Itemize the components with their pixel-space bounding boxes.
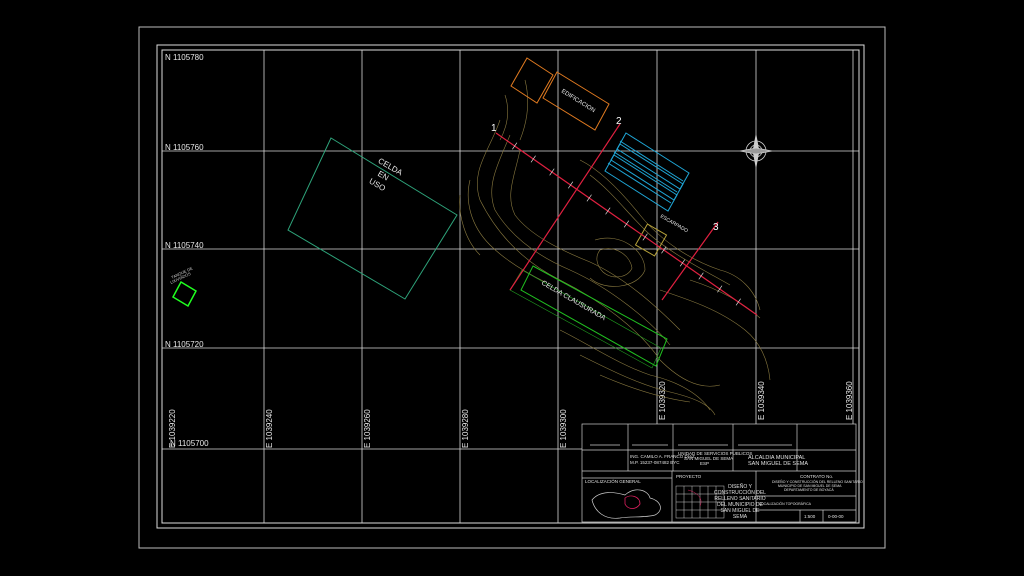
- north-arrow-icon: [739, 134, 773, 168]
- east-label-4: E 1039280: [461, 409, 470, 448]
- section-tick: [642, 233, 648, 241]
- section-tick: [567, 181, 574, 189]
- tb-plano: LOCALIZACIÓN TOPOGRÁFICA: [759, 501, 812, 506]
- section-tick: [698, 272, 704, 280]
- tb-contract-1: CONTRATO No.: [800, 474, 833, 479]
- tb-localizacion: LOCALIZACIÓN GENERAL: [585, 478, 641, 484]
- east-label-3: E 1039260: [363, 409, 372, 448]
- escarpado-marker: [634, 223, 668, 257]
- location-map-shape: [591, 489, 661, 519]
- escarpado-label: ESCARPADO: [659, 214, 689, 235]
- contour-lines: [459, 79, 771, 416]
- north-label-1: N 1105780: [165, 53, 204, 62]
- section-tick: [661, 246, 667, 254]
- north-label-4: N 1105720: [165, 340, 204, 349]
- section-marker-1: 1: [491, 123, 497, 134]
- section-marker-3: 3: [713, 222, 719, 233]
- north-label-3: N 1105740: [165, 241, 204, 250]
- east-label-5: E 1039300: [559, 409, 568, 448]
- section-tick: [717, 285, 723, 293]
- east-label-6: E 1039320: [658, 381, 667, 420]
- celda-clausurada-inner: [509, 269, 662, 369]
- tb-proyecto: PROYECTO: [676, 474, 702, 479]
- section-tick: [530, 155, 536, 163]
- tb-project-desc-1: DISEÑO Y: [728, 483, 752, 490]
- section-marker-2: 2: [616, 116, 622, 127]
- celda-en-uso-outline: [287, 137, 458, 300]
- tb-contract-4: DEPARTAMENTO DE BOYACÁ: [784, 488, 834, 492]
- east-label-7: E 1039340: [757, 381, 766, 420]
- east-label-1: E 1039220: [168, 409, 177, 448]
- tb-fecha: 0-00-00: [828, 514, 844, 519]
- east-label-2: E 1039240: [265, 409, 274, 448]
- edificacion-group: [510, 57, 610, 131]
- section-lines: [495, 123, 758, 316]
- tb-project-desc-2: CONSTRUCCIÓN DEL: [714, 489, 766, 496]
- cad-drawing: N 1105780 N 1105760 N 1105740 N 1105720 …: [138, 26, 886, 549]
- tb-org-left-2: M.P. 15237-087482 BYC: [630, 460, 680, 465]
- section-tick: [586, 194, 592, 202]
- coordinate-grid: [162, 50, 859, 523]
- north-label-2: N 1105760: [165, 143, 204, 152]
- tb-org-right-2: SAN MIGUEL DE SEMA: [748, 461, 808, 467]
- section-tick: [605, 207, 611, 215]
- tb-project-desc-6: SEMA: [733, 514, 748, 520]
- section-tick: [512, 142, 518, 150]
- blue-panels: [604, 132, 690, 212]
- tanque-box: [172, 280, 197, 308]
- location-map-highlight: [624, 495, 641, 509]
- edificacion-rect-1: [510, 57, 554, 104]
- plan-frame: [161, 49, 860, 524]
- section-tick: [623, 220, 630, 228]
- section-tick: [679, 259, 686, 267]
- section-tick: [735, 298, 741, 306]
- section-tick: [549, 168, 555, 176]
- east-label-8: E 1039360: [845, 381, 854, 420]
- tb-escala: 1:500: [804, 514, 816, 519]
- tb-org-mid-3: ESP: [700, 461, 709, 466]
